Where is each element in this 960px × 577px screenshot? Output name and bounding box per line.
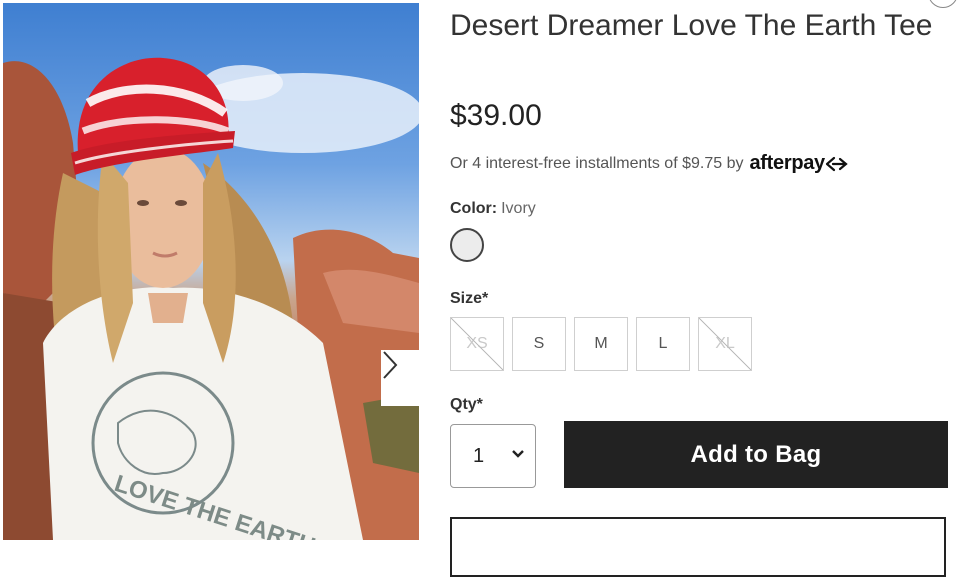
size-option-l[interactable]: L bbox=[636, 317, 690, 371]
size-option-xl[interactable]: XL bbox=[698, 317, 752, 371]
size-option-label: L bbox=[658, 335, 668, 352]
installments-text: Or 4 interest-free installments of $9.75… bbox=[450, 154, 744, 172]
product-title: Desert Dreamer Love The Earth Tee bbox=[450, 9, 933, 42]
product-price: $39.00 bbox=[450, 99, 542, 132]
qty-value: 1 bbox=[473, 444, 485, 467]
size-option-xs[interactable]: XS bbox=[450, 317, 504, 371]
chevron-down-icon bbox=[512, 450, 524, 458]
product-image: LOVE THE EARTH bbox=[3, 3, 419, 540]
chevron-right-icon bbox=[383, 351, 398, 379]
size-option-label: XS bbox=[466, 335, 488, 352]
size-label: Size* bbox=[450, 290, 489, 307]
qty-select[interactable]: 1 bbox=[450, 424, 536, 488]
color-swatch-ivory[interactable] bbox=[450, 228, 484, 262]
secondary-action-button[interactable] bbox=[450, 517, 946, 577]
product-photo: LOVE THE EARTH bbox=[3, 57, 419, 540]
size-option-label: S bbox=[533, 335, 545, 352]
afterpay-logo[interactable]: afterpay bbox=[749, 152, 848, 175]
color-row: Color: Ivory bbox=[450, 200, 536, 218]
size-option-s[interactable]: S bbox=[512, 317, 566, 371]
size-option-label: XL bbox=[715, 335, 735, 352]
afterpay-brand-text: afterpay bbox=[749, 152, 825, 174]
afterpay-installments: Or 4 interest-free installments of $9.75… bbox=[450, 152, 849, 175]
next-image-button[interactable] bbox=[381, 350, 419, 406]
afterpay-arrows-icon bbox=[825, 156, 848, 171]
color-value: Ivory bbox=[501, 200, 536, 217]
add-to-bag-button[interactable]: Add to Bag bbox=[564, 421, 948, 488]
size-option-m[interactable]: M bbox=[574, 317, 628, 371]
size-option-label: M bbox=[594, 335, 608, 352]
color-label: Color: bbox=[450, 200, 498, 217]
size-selector: XS S M L XL bbox=[450, 317, 752, 371]
qty-label: Qty* bbox=[450, 396, 483, 413]
